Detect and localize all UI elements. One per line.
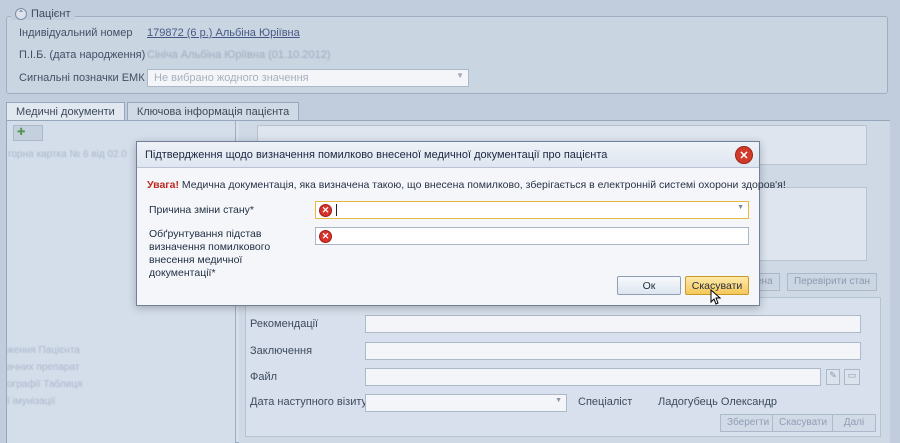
error-icon: ✕ <box>319 230 332 243</box>
warning-message: Увага! Медична документація, яка визначе… <box>147 179 786 191</box>
text-caret <box>336 204 337 216</box>
justification-input[interactable]: ✕ <box>315 227 749 245</box>
close-icon[interactable]: ✕ <box>735 146 753 164</box>
chevron-down-icon[interactable]: ▼ <box>737 204 744 211</box>
warning-prefix: Увага! <box>147 179 179 191</box>
justification-label: Обґрунтування підстав визначення помилко… <box>149 228 271 279</box>
dialog-title: Підтвердження щодо визначення помилково … <box>137 142 759 168</box>
app-window: ⌃ Пацієнт Індивідуальний номер 179872 (6… <box>0 0 900 443</box>
error-icon: ✕ <box>319 204 332 217</box>
reason-label: Причина зміни стану* <box>149 204 255 216</box>
warning-text: Медична документація, яка визначена тако… <box>179 179 786 191</box>
mouse-pointer-icon <box>710 289 722 305</box>
confirm-dialog: Підтвердження щодо визначення помилково … <box>136 141 786 306</box>
ok-button[interactable]: Ок <box>617 276 681 295</box>
reason-combobox[interactable]: ✕ ▼ <box>315 201 749 219</box>
